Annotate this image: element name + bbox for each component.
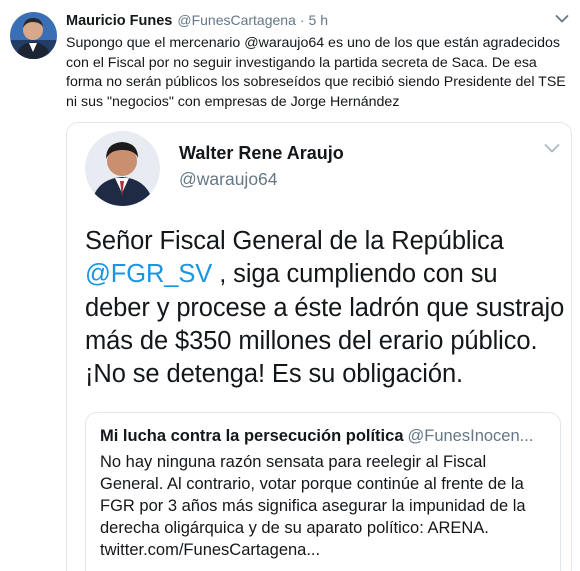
author-avatar-image	[10, 12, 57, 59]
chevron-down-icon[interactable]	[544, 143, 560, 154]
quoted-author-handle[interactable]: @waraujo64	[179, 169, 278, 190]
tweet-timestamp[interactable]: 5 h	[309, 12, 328, 28]
author-name[interactable]: Mauricio Funes	[66, 13, 172, 29]
nested-author-name[interactable]: Mi lucha contra la persecución política	[100, 427, 404, 445]
quoted-author-avatar[interactable]	[85, 131, 160, 206]
quoted-tweet-text: Señor Fiscal General de la República @FG…	[85, 225, 567, 391]
tweet-header: Mauricio Funes @FunesCartagena · 5 h	[66, 12, 580, 32]
tweet-text: Supongo que el mercenario @waraujo64 es …	[66, 35, 566, 110]
quoted-author-name[interactable]: Walter Rene Araujo	[179, 143, 344, 164]
nested-author-handle[interactable]: @FunesInocen...	[408, 427, 534, 445]
separator-dot: ·	[299, 12, 305, 28]
nested-quote-card[interactable]: Mi lucha contra la persecución política @…	[85, 412, 561, 571]
chevron-down-icon[interactable]	[555, 14, 569, 24]
nested-quote-header: Mi lucha contra la persecución política @…	[100, 427, 560, 446]
mention-link[interactable]: @FGR_SV	[85, 260, 212, 288]
nested-quote-text: No hay ninguna razón sensata para reeleg…	[100, 453, 526, 559]
quoted-avatar-image	[85, 131, 160, 206]
quoted-tweet-card[interactable]: Walter Rene Araujo @waraujo64 Señor Fisc…	[66, 122, 572, 571]
quoted-text-part: Señor Fiscal General de la República	[85, 227, 504, 255]
author-handle[interactable]: @FunesCartagena	[177, 12, 296, 28]
tweet[interactable]: Mauricio Funes @FunesCartagena · 5 h Sup…	[0, 0, 580, 571]
author-avatar[interactable]	[10, 12, 57, 59]
